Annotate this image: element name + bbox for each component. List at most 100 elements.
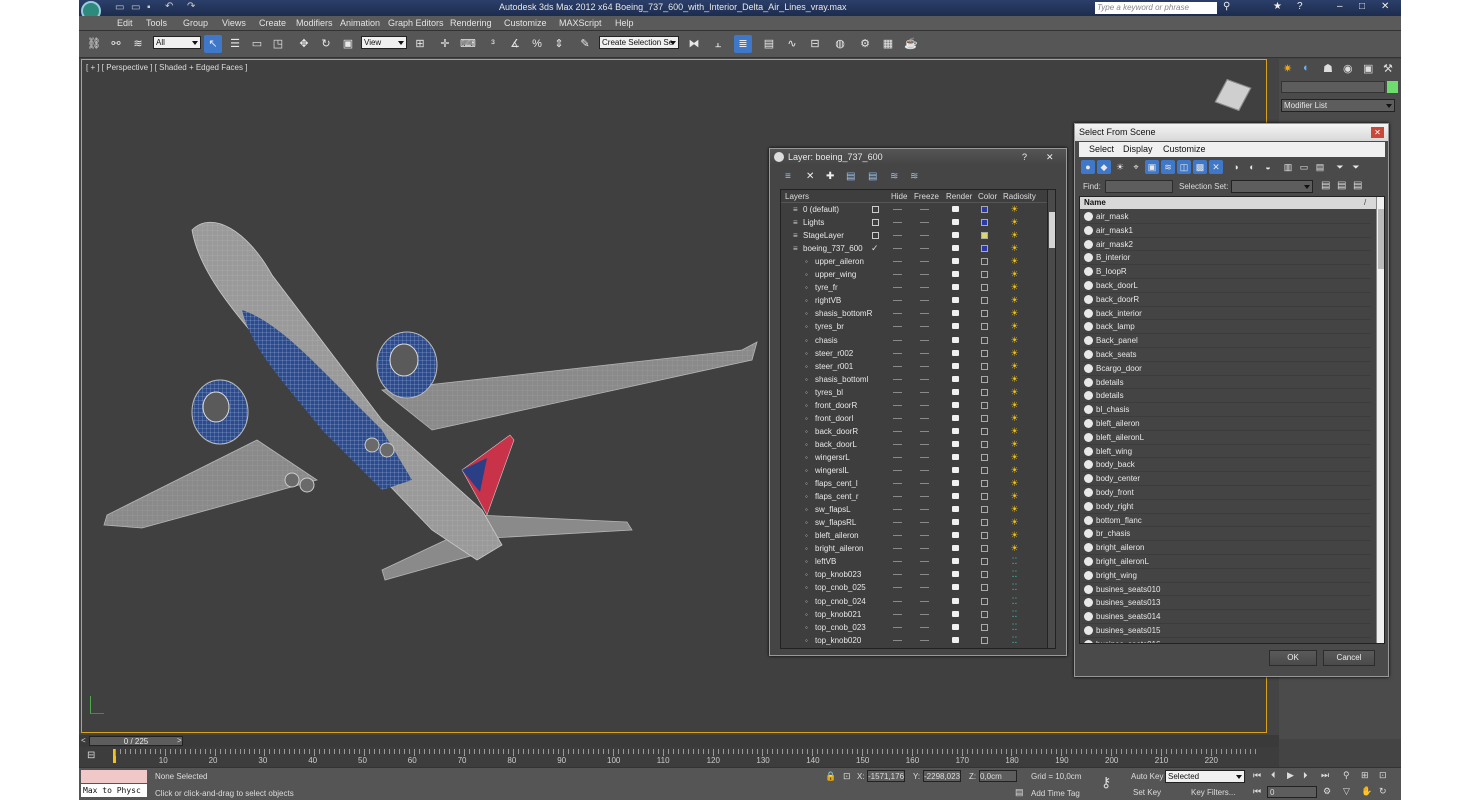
hide-toggle[interactable] (893, 326, 902, 328)
sort-indicator-icon[interactable]: / (1364, 197, 1366, 209)
freeze-toggle[interactable] (920, 456, 929, 458)
current-layer-checkbox[interactable] (872, 232, 879, 240)
filter-icon[interactable]: ⏷ (1333, 160, 1347, 174)
hide-toggle[interactable] (893, 548, 902, 550)
render-toggle-icon[interactable] (952, 271, 959, 278)
color-swatch[interactable] (981, 427, 988, 435)
quick-access-open-icon[interactable]: ▭ (131, 2, 140, 13)
layer-object-row[interactable]: flaps_cent_r ◦ ☀ (781, 490, 1055, 503)
hide-all-layers-icon[interactable]: ≋ (890, 171, 898, 182)
radiosity-toggle-icon[interactable]: ☀ (1009, 439, 1020, 449)
hide-toggle[interactable] (893, 574, 902, 576)
radiosity-toggle-icon[interactable]: ☀ (1009, 204, 1020, 214)
layer-object-name[interactable]: upper_wing (815, 268, 856, 281)
object-list-item[interactable]: body_back (1082, 458, 1371, 473)
object-name-field[interactable] (1281, 81, 1385, 93)
freeze-toggle[interactable] (920, 470, 929, 471)
col-name[interactable]: Name (1084, 197, 1106, 209)
layer-object-row[interactable]: bright_aileron ◦ ☀ (781, 542, 1055, 555)
layer-object-name[interactable]: shasis_bottoml (815, 373, 868, 386)
hide-toggle[interactable] (893, 470, 902, 471)
hide-toggle[interactable] (893, 313, 902, 315)
align-icon[interactable]: ⫠ (709, 35, 727, 53)
display-tab-icon[interactable]: ▣ (1363, 62, 1373, 75)
radiosity-toggle-icon[interactable]: ☀ (1009, 243, 1020, 253)
object-list-item[interactable]: busines_seats014 (1082, 610, 1371, 624)
col-radiosity[interactable]: Radiosity (1003, 190, 1036, 203)
layer-object-row[interactable]: steer_r001 ◦ ☀ (781, 360, 1055, 373)
layer-object-row[interactable]: top_knob020 ◦ ⁚⁚ (781, 634, 1055, 647)
layer-object-row[interactable]: bleft_aileron ◦ ☀ (781, 529, 1055, 542)
freeze-toggle[interactable] (920, 535, 929, 537)
freeze-toggle[interactable] (920, 548, 929, 550)
hide-toggle[interactable] (893, 391, 902, 393)
col-render[interactable]: Render (946, 190, 972, 203)
ok-button[interactable]: OK (1269, 650, 1317, 666)
radiosity-toggle-icon[interactable]: ☀ (1009, 269, 1020, 279)
freeze-toggle[interactable] (920, 352, 929, 354)
menu-modifiers[interactable]: Modifiers (296, 18, 333, 28)
display-shapes-icon[interactable]: ◆ (1097, 160, 1111, 174)
color-swatch[interactable] (981, 284, 988, 292)
select-by-name-icon[interactable]: ☰ (226, 35, 244, 53)
pan-icon[interactable]: ✋ (1361, 786, 1372, 797)
go-to-end-icon[interactable]: ⏭ (1321, 770, 1329, 781)
spinner-snap-icon[interactable]: ⇕ (550, 35, 568, 53)
angle-snap-icon[interactable]: ∡ (506, 35, 524, 53)
object-list-item[interactable]: busines_seats010 (1082, 583, 1371, 597)
render-toggle-icon[interactable] (952, 571, 959, 578)
object-list-item[interactable]: Back_panel (1082, 334, 1371, 348)
redo-icon[interactable]: ↷ (187, 1, 195, 12)
menu-maxscript[interactable]: MAXScript (559, 18, 602, 28)
layer-name[interactable]: Lights (803, 216, 824, 229)
radiosity-toggle-icon[interactable]: ☀ (1009, 361, 1020, 371)
hide-toggle[interactable] (893, 483, 902, 485)
render-toggle-icon[interactable] (952, 597, 959, 604)
freeze-toggle[interactable] (920, 222, 929, 224)
display-cameras-icon[interactable]: ⌖ (1129, 160, 1143, 174)
radiosity-toggle-icon[interactable]: ☀ (1009, 321, 1020, 331)
reference-coordinate-dropdown[interactable]: View (361, 36, 407, 49)
layer-object-name[interactable]: top_cnob_024 (815, 595, 866, 608)
menu-tools[interactable]: Tools (146, 18, 167, 28)
menu-views[interactable]: Views (222, 18, 246, 28)
current-layer-checkbox[interactable] (872, 206, 879, 213)
select-menu-select[interactable]: Select (1089, 142, 1114, 157)
render-toggle-icon[interactable] (952, 545, 959, 552)
layer-object-name[interactable]: tyres_bl (815, 386, 843, 399)
layer-object-row[interactable]: sw_flapsL ◦ ☀ (781, 503, 1055, 516)
delete-layer-icon[interactable]: ✕ (806, 171, 814, 182)
object-list-item[interactable]: busines_seats013 (1082, 596, 1371, 611)
hide-toggle[interactable] (893, 522, 902, 524)
layer-object-name[interactable]: wingersrL (815, 451, 850, 464)
layer-object-row[interactable]: top_cnob_025 ◦ ⁚⁚ (781, 581, 1055, 594)
col-hide[interactable]: Hide (891, 190, 907, 203)
play-icon[interactable]: ▶ (1287, 770, 1294, 781)
layer-dialog-close-button[interactable]: ✕ (1046, 152, 1054, 163)
layer-object-row[interactable]: wingerslL ◦ ☀ (781, 464, 1055, 477)
display-invert-icon[interactable]: ◒ (1261, 160, 1275, 174)
layer-object-row[interactable]: top_cnob_024 ◦ ⁚⁚ (781, 595, 1055, 608)
layer-object-row[interactable]: flaps_cent_l ◦ ☀ (781, 477, 1055, 490)
layer-object-name[interactable]: bright_aileron (815, 542, 863, 555)
rectangular-selection-icon[interactable]: ▭ (248, 35, 266, 53)
layer-object-name[interactable]: back_doorR (815, 425, 858, 438)
freeze-toggle[interactable] (920, 287, 929, 289)
hide-toggle[interactable] (893, 509, 902, 511)
current-frame-field[interactable]: 0 (1267, 786, 1317, 798)
freeze-toggle[interactable] (920, 391, 929, 393)
layer-row[interactable]: 0 (default) ≡ ☀ (781, 203, 1055, 216)
y-coordinate-field[interactable]: -2298,023 (923, 770, 961, 782)
radiosity-toggle-icon[interactable]: ⁚⁚ (1009, 596, 1020, 606)
color-swatch[interactable] (981, 558, 988, 566)
hide-toggle[interactable] (893, 561, 902, 563)
quick-access-save-icon[interactable]: ▪ (147, 2, 151, 13)
render-toggle-icon[interactable] (952, 219, 959, 226)
render-toggle-icon[interactable] (952, 414, 959, 421)
render-toggle-icon[interactable] (952, 362, 959, 369)
freeze-toggle[interactable] (920, 626, 929, 628)
render-toggle-icon[interactable] (952, 623, 959, 630)
freeze-toggle[interactable] (920, 378, 929, 380)
render-toggle-icon[interactable] (952, 440, 959, 447)
layer-name[interactable]: 0 (default) (803, 203, 839, 216)
